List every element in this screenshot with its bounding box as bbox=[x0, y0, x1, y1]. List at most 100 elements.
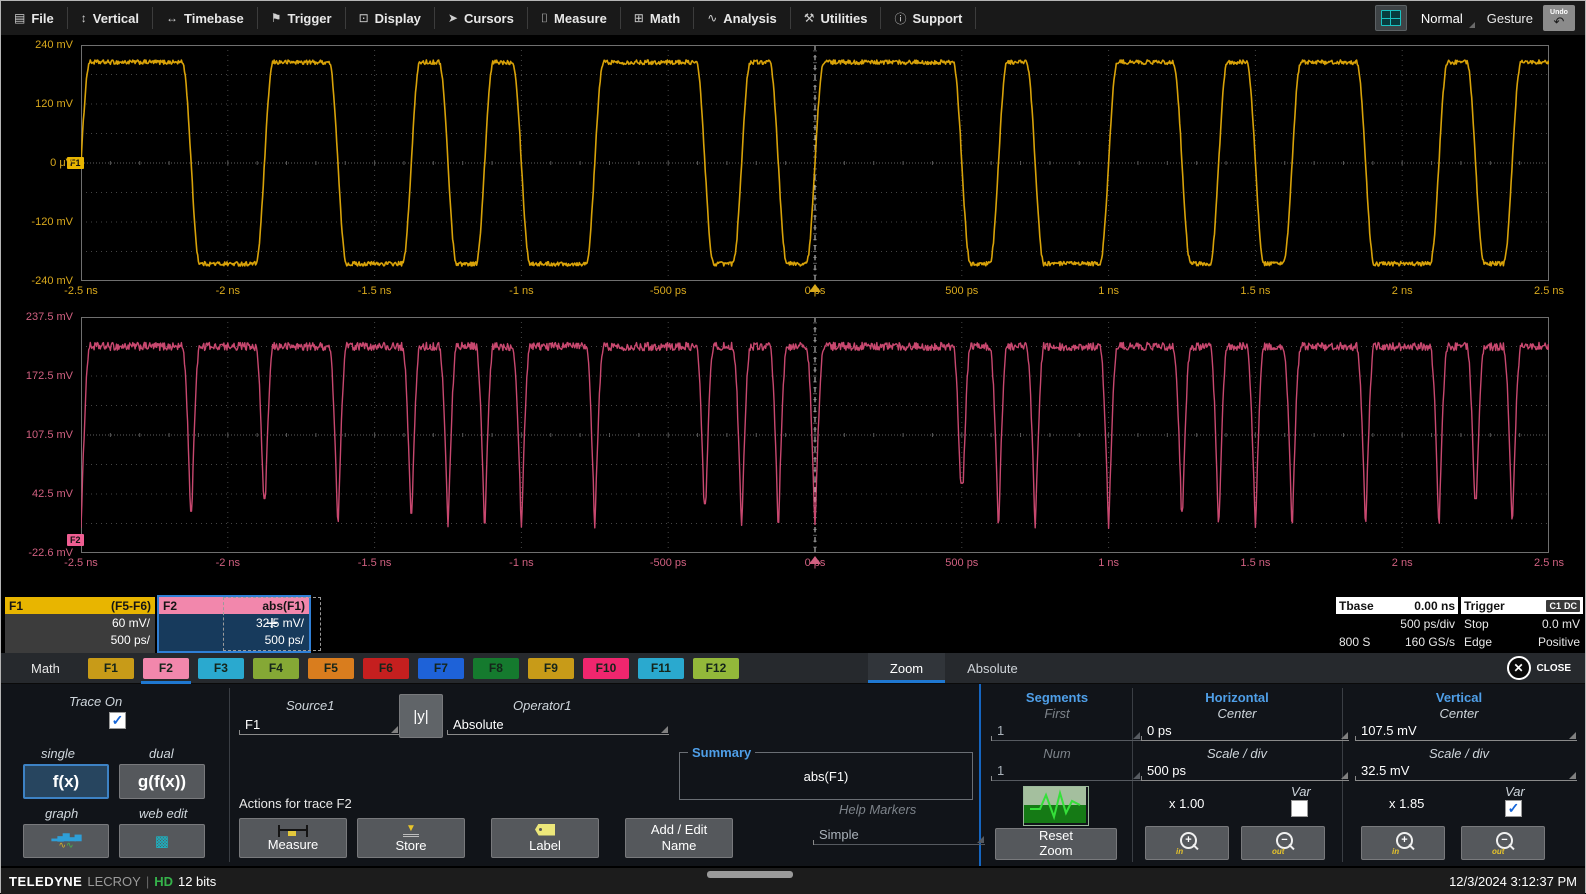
close-label: CLOSE bbox=[1537, 663, 1571, 674]
menu-item-display[interactable]: ⊡Display bbox=[346, 7, 435, 29]
add-edit-line2: Name bbox=[662, 838, 697, 854]
x-axis-label: -1.5 ns bbox=[358, 557, 392, 569]
menu-item-analysis[interactable]: ∿Analysis bbox=[694, 7, 791, 29]
vertical-mult-label: x 1.85 bbox=[1389, 796, 1424, 811]
trigger-type: Edge bbox=[1464, 633, 1492, 651]
descriptor-f1-vscale: 60 mV/ bbox=[10, 615, 150, 632]
tab-zoom[interactable]: Zoom bbox=[868, 653, 945, 683]
x-axis-label: -2.5 ns bbox=[64, 285, 98, 297]
single-fx-button[interactable]: f(x) bbox=[23, 764, 109, 799]
menu-item-utilities[interactable]: ⚒Utilities bbox=[791, 7, 882, 29]
f-button-f6[interactable]: F6 bbox=[363, 658, 409, 679]
display-mode-dropdown[interactable]: Normal bbox=[1417, 7, 1477, 30]
math-dialog-panel: Trace On ✓ single dual f(x) g(f(x)) grap… bbox=[1, 684, 1585, 866]
horizontal-center-field[interactable]: 0 ps bbox=[1141, 722, 1349, 741]
f-button-f1[interactable]: F1 bbox=[88, 658, 134, 679]
horizontal-scale-value: 500 ps bbox=[1147, 763, 1186, 778]
y-axis-label: 0 μV bbox=[50, 157, 73, 169]
trigger-slope: Positive bbox=[1538, 633, 1580, 651]
dual-gfx-button[interactable]: g(f(x)) bbox=[119, 764, 205, 799]
menu-right-cluster: Normal Gesture Undo ↶ bbox=[1375, 5, 1585, 31]
add-edit-name-button[interactable]: Add / Edit Name bbox=[625, 818, 733, 858]
menu-item-vertical[interactable]: ↕Vertical bbox=[68, 7, 153, 29]
vertical-scale-value: 32.5 mV bbox=[1361, 763, 1409, 778]
vertical-zoom-in-button[interactable]: + in bbox=[1361, 826, 1445, 860]
menu-item-support[interactable]: ⓘSupport bbox=[881, 7, 976, 29]
f-button-f5[interactable]: F5 bbox=[308, 658, 354, 679]
web-edit-button[interactable]: ▩ bbox=[119, 824, 205, 858]
vertical-var-checkbox[interactable]: ✓ bbox=[1505, 800, 1522, 817]
trace-on-checkbox[interactable]: ✓ bbox=[109, 712, 126, 729]
menu-item-label: Measure bbox=[554, 11, 607, 26]
scrollbar-thumb[interactable] bbox=[707, 871, 793, 878]
y-axis-label: 237.5 mV bbox=[26, 311, 73, 323]
vertical-center-label: Center bbox=[1349, 706, 1569, 721]
operator1-dropdown[interactable]: Absolute bbox=[447, 716, 669, 735]
segments-num-field[interactable]: 1 bbox=[991, 762, 1141, 781]
menu-item-measure[interactable]: ⌷Measure bbox=[528, 7, 621, 29]
operator-icon-box[interactable]: |y| bbox=[399, 694, 443, 738]
menu-item-timebase[interactable]: ↔Timebase bbox=[153, 7, 258, 29]
f-button-f4[interactable]: F4 bbox=[253, 658, 299, 679]
menu-item-file[interactable]: ▤File bbox=[1, 7, 68, 29]
trace-level-marker-f2[interactable]: F2 bbox=[67, 534, 84, 546]
segments-first-field[interactable]: 1 bbox=[991, 722, 1141, 741]
help-markers-dropdown[interactable]: Simple bbox=[813, 826, 985, 845]
horizontal-zoom-out-button[interactable]: − out bbox=[1241, 826, 1325, 860]
tbase-samples: 800 S bbox=[1339, 633, 1370, 651]
menu-item-math[interactable]: ⊞Math bbox=[621, 7, 694, 29]
reset-zoom-button[interactable]: Reset Zoom bbox=[995, 828, 1117, 860]
horizontal-zoom-in-button[interactable]: + in bbox=[1145, 826, 1229, 860]
horizontal-scale-field[interactable]: 500 ps bbox=[1141, 762, 1349, 781]
operator1-label: Operator1 bbox=[513, 698, 572, 713]
f-button-f10[interactable]: F10 bbox=[583, 658, 629, 679]
f-button-f7[interactable]: F7 bbox=[418, 658, 464, 679]
y-axis-label: 107.5 mV bbox=[26, 429, 73, 441]
menu-item-trigger[interactable]: ⚑Trigger bbox=[258, 7, 346, 29]
x-axis-label: -1.5 ns bbox=[358, 285, 392, 297]
close-group[interactable]: ✕ CLOSE bbox=[1507, 656, 1585, 680]
vertical-zoom-out-button[interactable]: − out bbox=[1461, 826, 1545, 860]
vertical-center-field[interactable]: 107.5 mV bbox=[1355, 722, 1577, 741]
menu-item-cursors[interactable]: ➤Cursors bbox=[435, 7, 528, 29]
brand-logo: TELEDYNE LECROY | HD 12 bits bbox=[1, 874, 216, 889]
trigger-descriptor[interactable]: Trigger C1DC Stop 0.0 mV Edge Positive bbox=[1461, 597, 1583, 651]
timebase-descriptor[interactable]: Tbase 0.00 ns 500 ps/div 800 S 160 GS/s bbox=[1336, 597, 1458, 651]
vertical-scale-field[interactable]: 32.5 mV bbox=[1355, 762, 1577, 781]
store-button[interactable]: ▼ Store bbox=[357, 818, 465, 858]
measure-button[interactable]: Measure bbox=[239, 818, 347, 858]
horizontal-var-checkbox[interactable] bbox=[1291, 800, 1308, 817]
f-button-f9[interactable]: F9 bbox=[528, 658, 574, 679]
trigger-label: Trigger bbox=[1464, 599, 1505, 613]
horizontal-scale-label: Scale / div bbox=[1137, 746, 1337, 761]
y-axis-label: -120 mV bbox=[31, 216, 73, 228]
display-mode-label: Normal bbox=[1421, 11, 1463, 26]
undo-button[interactable]: Undo ↶ bbox=[1543, 5, 1575, 31]
f-button-f12[interactable]: F12 bbox=[693, 658, 739, 679]
f-button-f3[interactable]: F3 bbox=[198, 658, 244, 679]
graticule-f2[interactable]: F2 bbox=[81, 317, 1549, 553]
tab-absolute[interactable]: Absolute bbox=[945, 653, 1040, 683]
label-button[interactable]: Label bbox=[491, 818, 599, 858]
source1-dropdown[interactable]: F1 bbox=[239, 716, 399, 735]
x-axis-label: -1 ns bbox=[509, 557, 533, 569]
close-icon[interactable]: ✕ bbox=[1507, 656, 1531, 680]
menu-item-label: Support bbox=[913, 11, 963, 26]
x-axis-label: 2.5 ns bbox=[1534, 557, 1564, 569]
graph-button[interactable]: ▂▄▆▃▅ ∿∿ bbox=[23, 824, 109, 858]
menu-items: ▤File↕Vertical↔Timebase⚑Trigger⊡Display➤… bbox=[1, 7, 976, 29]
x-axis-label: 500 ps bbox=[945, 557, 978, 569]
grid-mode-button[interactable] bbox=[1375, 5, 1407, 31]
f-button-f11[interactable]: F11 bbox=[638, 658, 684, 679]
descriptor-f1[interactable]: F1 (F5-F6) 60 mV/ 500 ps/ bbox=[5, 597, 155, 651]
f-button-f8[interactable]: F8 bbox=[473, 658, 519, 679]
f-button-f2[interactable]: F2 bbox=[143, 658, 189, 679]
segment-waveform-icon bbox=[1024, 787, 1086, 823]
segment-waveform-button[interactable] bbox=[1023, 786, 1089, 826]
graticule-f1[interactable]: F1 bbox=[81, 45, 1549, 281]
tbase-rate: 160 GS/s bbox=[1405, 633, 1455, 651]
vertical-scale-label: Scale / div bbox=[1349, 746, 1569, 761]
add-trace-button[interactable]: + bbox=[223, 597, 321, 651]
y-axis-label: 120 mV bbox=[35, 98, 73, 110]
undo-icon: ↶ bbox=[1554, 15, 1565, 28]
